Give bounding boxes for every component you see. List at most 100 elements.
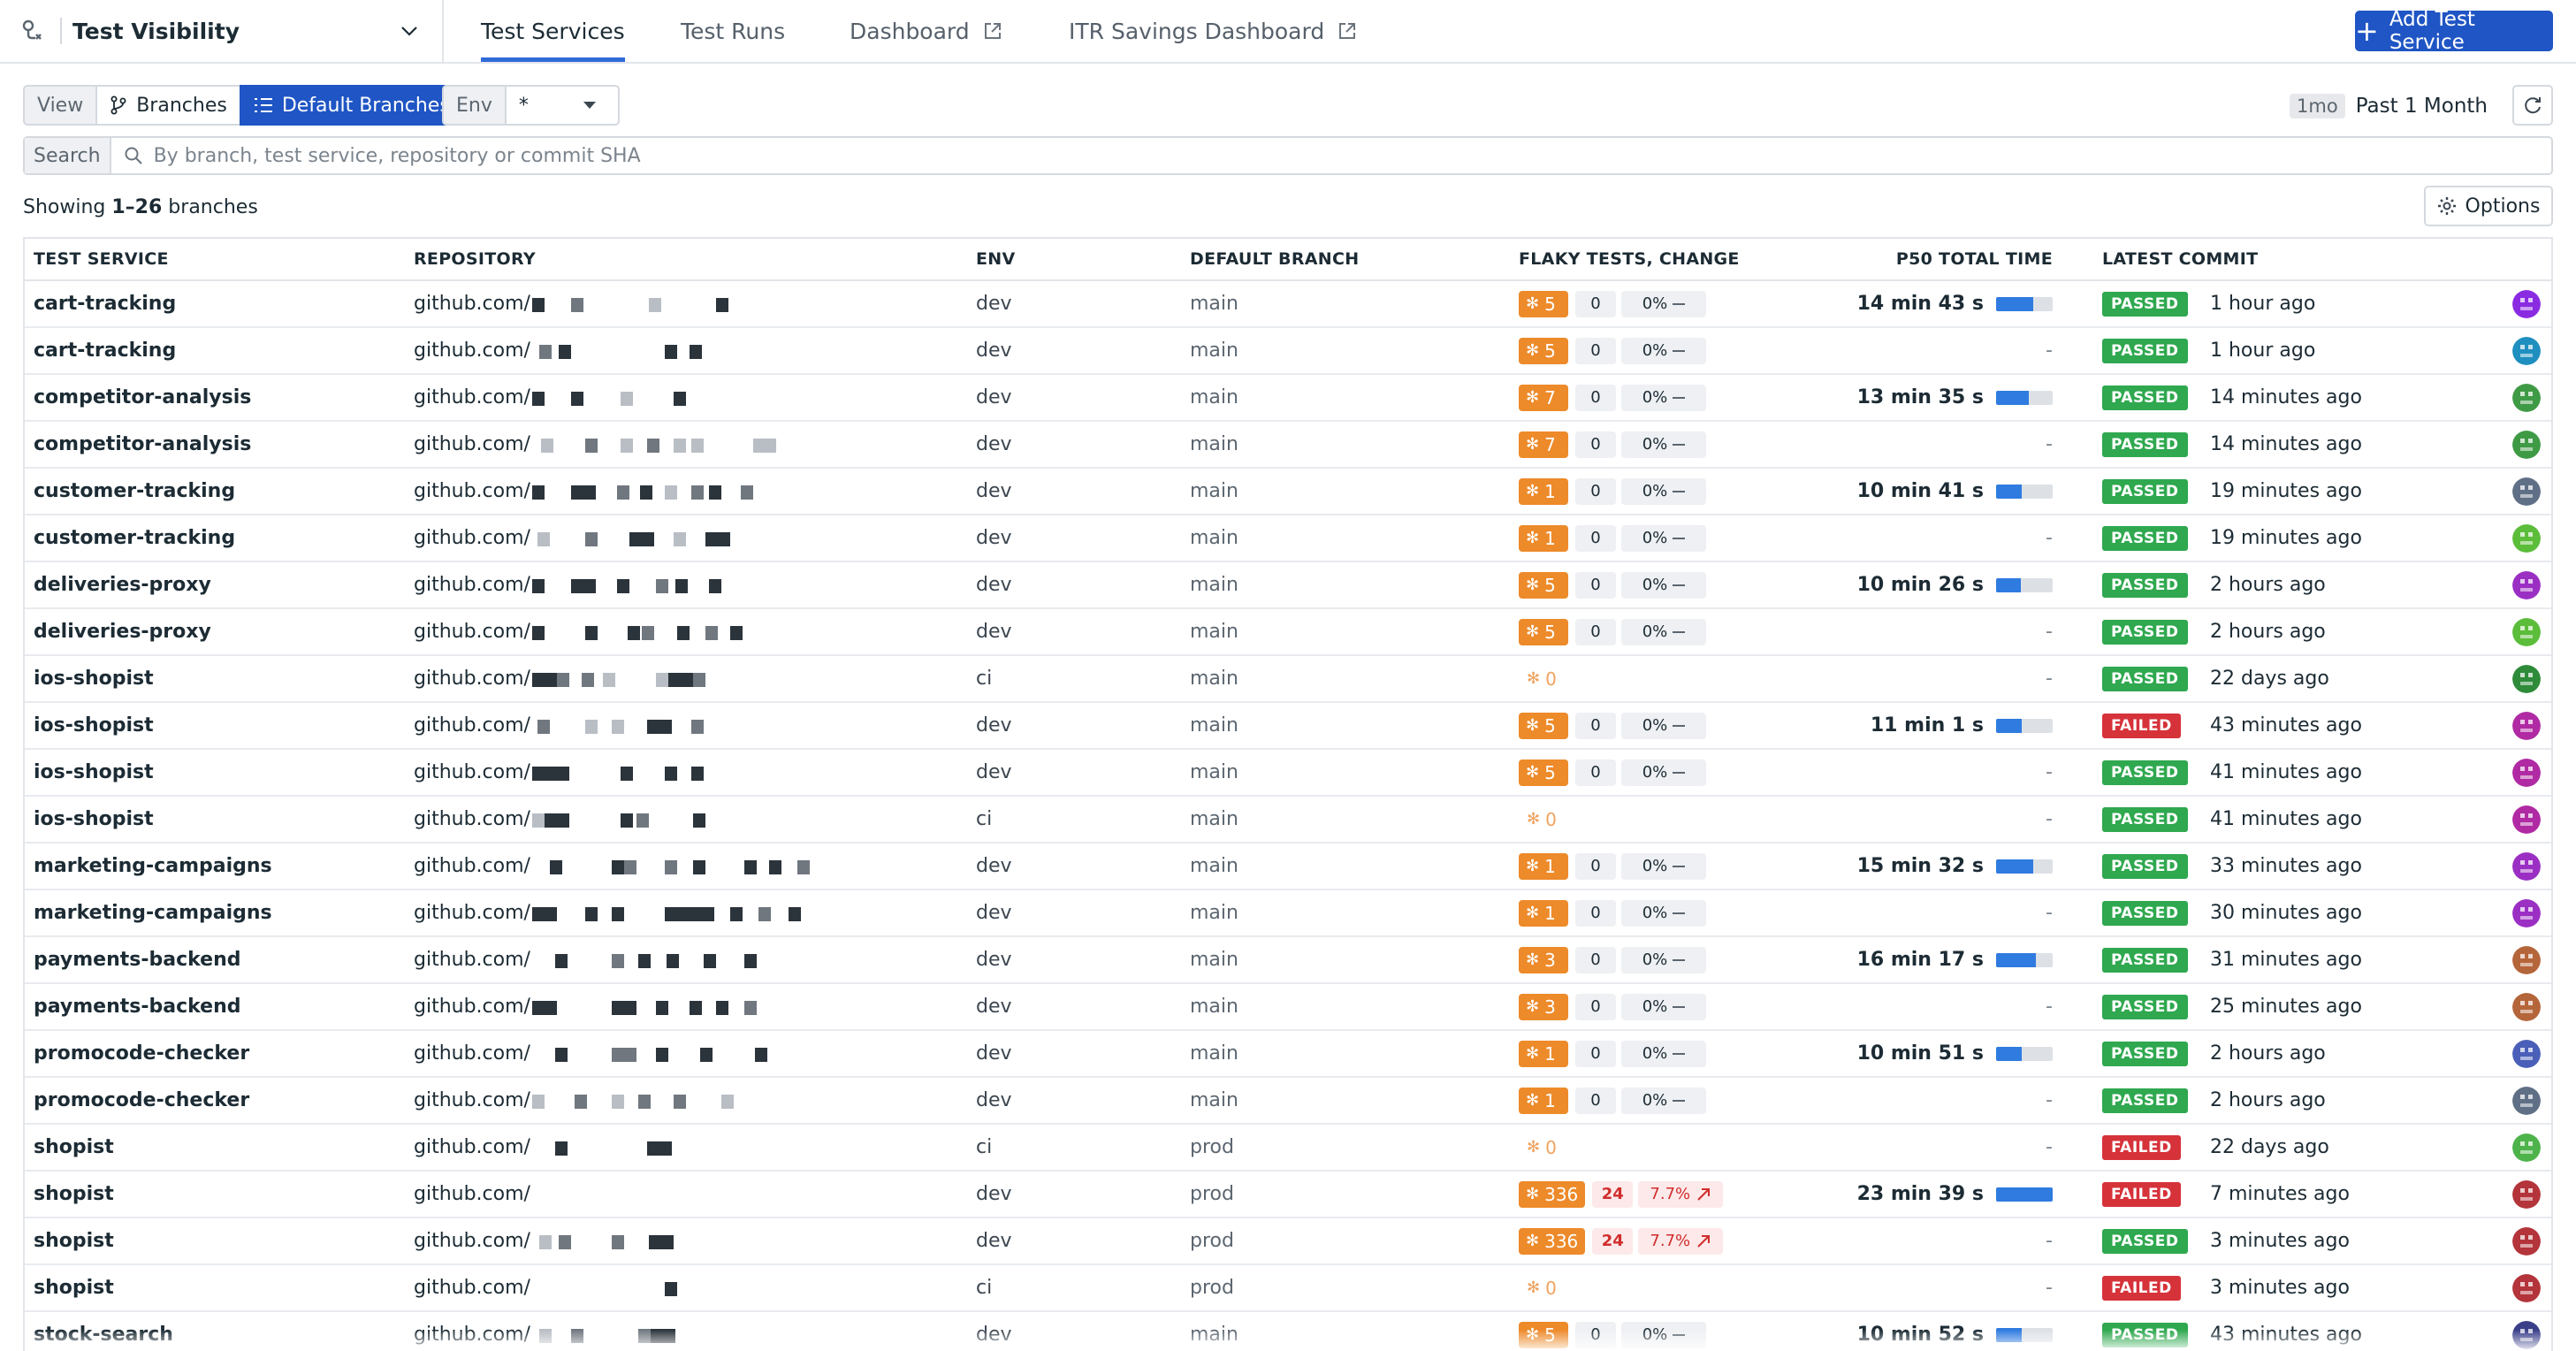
- repository[interactable]: github.com/: [414, 703, 815, 748]
- avatar[interactable]: [2512, 617, 2541, 646]
- commit-time[interactable]: 19 minutes ago: [2210, 469, 2362, 514]
- flaky-count-badge[interactable]: ✻ 5: [1519, 571, 1568, 599]
- test-service-name[interactable]: ios-shopist: [34, 797, 154, 842]
- status-badge[interactable]: PASSED: [2102, 338, 2188, 363]
- test-service-name[interactable]: ios-shopist: [34, 750, 154, 795]
- test-service-name[interactable]: deliveries-proxy: [34, 609, 211, 654]
- test-service-name[interactable]: payments-backend: [34, 984, 241, 1029]
- default-branch[interactable]: prod: [1190, 1265, 1234, 1310]
- table-row[interactable]: cart-tracking github.com/ dev main ✻ 5 0…: [25, 281, 2551, 328]
- test-service-name[interactable]: shopist: [34, 1218, 114, 1263]
- refresh-button[interactable]: [2512, 85, 2553, 126]
- avatar[interactable]: [2512, 570, 2541, 599]
- status-badge[interactable]: PASSED: [2102, 291, 2188, 317]
- test-service-name[interactable]: ios-shopist: [34, 703, 154, 748]
- commit-time[interactable]: 1 hour ago: [2210, 328, 2315, 373]
- default-branch[interactable]: main: [1190, 797, 1238, 842]
- test-service-name[interactable]: customer-tracking: [34, 515, 235, 561]
- avatar[interactable]: [2512, 383, 2541, 412]
- default-branch[interactable]: main: [1190, 984, 1238, 1029]
- avatar[interactable]: [2512, 289, 2541, 318]
- default-branch[interactable]: main: [1190, 656, 1238, 701]
- test-service-name[interactable]: promocode-checker: [34, 1078, 249, 1123]
- commit-time[interactable]: 31 minutes ago: [2210, 937, 2362, 982]
- repository[interactable]: github.com/: [414, 609, 815, 654]
- default-branch[interactable]: main: [1190, 1031, 1238, 1076]
- status-badge[interactable]: PASSED: [2102, 385, 2188, 410]
- flaky-count-badge[interactable]: ✻ 1: [1519, 1087, 1568, 1114]
- test-service-name[interactable]: marketing-campaigns: [34, 843, 272, 889]
- test-service-name[interactable]: shopist: [34, 1125, 114, 1170]
- default-branch[interactable]: prod: [1190, 1218, 1234, 1263]
- status-badge[interactable]: PASSED: [2102, 572, 2188, 598]
- flaky-count-badge[interactable]: ✻ 0: [1519, 806, 1568, 833]
- repository[interactable]: github.com/: [414, 656, 815, 701]
- default-branch[interactable]: prod: [1190, 1172, 1234, 1217]
- repository[interactable]: github.com/: [414, 1125, 815, 1170]
- avatar[interactable]: [2512, 992, 2541, 1021]
- flaky-count-badge[interactable]: ✻ 7: [1519, 431, 1568, 458]
- commit-time[interactable]: 22 days ago: [2210, 656, 2329, 701]
- table-row[interactable]: ios-shopist github.com/ ci main ✻ 0 - PA…: [25, 656, 2551, 703]
- avatar[interactable]: [2512, 1179, 2541, 1209]
- status-badge[interactable]: PASSED: [2102, 619, 2188, 645]
- repository[interactable]: github.com/: [414, 328, 815, 373]
- commit-time[interactable]: 41 minutes ago: [2210, 750, 2362, 795]
- table-row[interactable]: ios-shopist github.com/ dev main ✻ 5 0 0…: [25, 750, 2551, 797]
- default-branches-toggle[interactable]: Default Branches: [239, 85, 464, 126]
- status-badge[interactable]: PASSED: [2102, 900, 2188, 926]
- repository[interactable]: github.com/: [414, 422, 815, 467]
- test-service-name[interactable]: marketing-campaigns: [34, 890, 272, 935]
- test-service-name[interactable]: competitor-analysis: [34, 375, 251, 420]
- test-service-name[interactable]: ios-shopist: [34, 656, 154, 701]
- flaky-count-badge[interactable]: ✻ 5: [1519, 618, 1568, 645]
- test-service-name[interactable]: promocode-checker: [34, 1031, 249, 1076]
- avatar[interactable]: [2512, 711, 2541, 740]
- flaky-count-badge[interactable]: ✻ 5: [1519, 759, 1568, 786]
- repository[interactable]: github.com/: [414, 1078, 815, 1123]
- commit-time[interactable]: 2 hours ago: [2210, 609, 2326, 654]
- add-test-service-button[interactable]: + Add Test Service: [2355, 8, 2553, 54]
- default-branch[interactable]: main: [1190, 281, 1238, 326]
- default-branch[interactable]: main: [1190, 750, 1238, 795]
- default-branch[interactable]: main: [1190, 843, 1238, 889]
- repository[interactable]: github.com/: [414, 984, 815, 1029]
- repository[interactable]: github.com/: [414, 515, 815, 561]
- avatar[interactable]: [2512, 805, 2541, 834]
- tab-test-runs[interactable]: Test Runs: [681, 0, 785, 62]
- status-badge[interactable]: FAILED: [2102, 1134, 2181, 1160]
- default-branch[interactable]: main: [1190, 469, 1238, 514]
- repository[interactable]: github.com/: [414, 890, 815, 935]
- branches-toggle[interactable]: Branches: [95, 85, 241, 126]
- table-row[interactable]: deliveries-proxy github.com/ dev main ✻ …: [25, 609, 2551, 656]
- flaky-count-badge[interactable]: ✻ 1: [1519, 1040, 1568, 1067]
- commit-time[interactable]: 19 minutes ago: [2210, 515, 2362, 561]
- table-row[interactable]: marketing-campaigns github.com/ dev main…: [25, 890, 2551, 937]
- time-range-picker[interactable]: 1mo Past 1 Month: [2290, 88, 2488, 124]
- repository[interactable]: github.com/: [414, 937, 815, 982]
- flaky-count-badge[interactable]: ✻ 5: [1519, 337, 1568, 364]
- flaky-count-badge[interactable]: ✻ 5: [1519, 290, 1568, 317]
- repository[interactable]: github.com/: [414, 281, 815, 326]
- status-badge[interactable]: FAILED: [2102, 1181, 2181, 1207]
- col-repository[interactable]: REPOSITORY: [414, 239, 536, 279]
- commit-time[interactable]: 2 hours ago: [2210, 1078, 2326, 1123]
- status-badge[interactable]: PASSED: [2102, 431, 2188, 457]
- status-badge[interactable]: PASSED: [2102, 1041, 2188, 1066]
- avatar[interactable]: [2512, 523, 2541, 553]
- table-row[interactable]: payments-backend github.com/ dev main ✻ …: [25, 984, 2551, 1031]
- table-row[interactable]: ios-shopist github.com/ ci main ✻ 0 - PA…: [25, 797, 2551, 843]
- default-branch[interactable]: main: [1190, 515, 1238, 561]
- chevron-down-icon[interactable]: [400, 21, 419, 41]
- flaky-count-badge[interactable]: ✻ 336: [1519, 1180, 1586, 1208]
- repository[interactable]: github.com/: [414, 843, 815, 889]
- flaky-count-badge[interactable]: ✻ 1: [1519, 852, 1568, 880]
- table-row[interactable]: shopist github.com/ ci prod ✻ 0 - FAILED…: [25, 1125, 2551, 1172]
- repository[interactable]: github.com/: [414, 797, 815, 842]
- status-badge[interactable]: PASSED: [2102, 853, 2188, 879]
- table-row[interactable]: ios-shopist github.com/ dev main ✻ 5 0 0…: [25, 703, 2551, 750]
- test-service-name[interactable]: cart-tracking: [34, 328, 176, 373]
- default-branch[interactable]: main: [1190, 703, 1238, 748]
- status-badge[interactable]: PASSED: [2102, 1088, 2188, 1113]
- test-service-name[interactable]: shopist: [34, 1265, 114, 1310]
